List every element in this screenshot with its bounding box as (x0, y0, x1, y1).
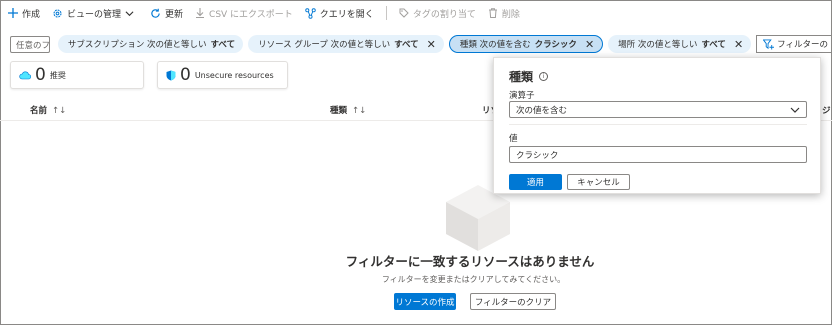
refresh-icon (151, 8, 160, 18)
query-icon (305, 7, 316, 19)
sort-icon: ↑↓ (52, 106, 67, 116)
command-bar: 作成 ビューの管理 更新 CSV にエクスポート クエリを開く タグの割り当て … (8, 4, 532, 22)
add-filter-label: フィルターの (777, 40, 828, 50)
chevron-down-icon (125, 10, 134, 16)
cancel-button[interactable]: キャンセル (567, 174, 630, 190)
create-button[interactable]: 作成 (8, 7, 40, 20)
popup-title: 種類 i (509, 68, 549, 85)
pill-value: すべて (701, 40, 726, 50)
operator-dropdown[interactable]: 次の値を含む (509, 101, 807, 118)
delete-button[interactable]: 削除 (488, 7, 520, 20)
cloud-icon (19, 71, 31, 80)
column-name-label: 名前 (30, 106, 48, 116)
trash-icon (488, 8, 497, 18)
export-csv-button[interactable]: CSV にエクスポート (195, 7, 293, 20)
open-query-label: クエリを開く (319, 9, 374, 20)
column-location-label: ジ (822, 106, 831, 116)
operator-label: 演算子 (509, 91, 535, 101)
recommendations-count: 0 (35, 65, 46, 85)
value-input[interactable]: クラシック (509, 146, 807, 163)
column-header-type[interactable]: 種類 ↑↓ (330, 104, 366, 116)
column-type-label: 種類 (330, 106, 348, 116)
create-label: 作成 (22, 9, 41, 20)
manage-view-label: ビューの管理 (67, 9, 122, 20)
filter-pill-subscription[interactable]: サブスクリプション 次の値と等しい すべて (57, 35, 244, 53)
value-text: クラシック (516, 150, 559, 161)
assign-tags-label: タグの割り当て (412, 9, 476, 20)
pill-name: リソース グループ 次の値と等しい (258, 40, 391, 50)
pill-value: すべて (210, 40, 236, 50)
info-icon[interactable]: i (539, 72, 549, 81)
plus-icon (8, 8, 18, 18)
assign-tags-button[interactable]: タグの割り当て (399, 7, 476, 20)
filter-pill-resource-group[interactable]: リソース グループ 次の値と等しい すべて ✕ (248, 35, 444, 53)
clear-filters-button[interactable]: フィルターのクリア (470, 293, 556, 310)
value-label: 値 (509, 134, 518, 144)
unsecure-count: 0 (180, 65, 191, 85)
recommendations-card[interactable]: 0 推奨 (10, 61, 144, 89)
pill-name: サブスクリプション 次の値と等しい (67, 40, 207, 50)
column-header-name[interactable]: 名前 ↑↓ (30, 104, 66, 116)
shield-icon (166, 70, 176, 80)
filter-bar: 任意のフィールドのフィルター... サブスクリプション 次の値と等しいすべて リ… (10, 35, 832, 53)
manage-view-button[interactable]: ビューの管理 (52, 7, 138, 20)
operator-value: 次の値を含む (516, 105, 568, 116)
popup-title-label: 種類 (509, 70, 534, 84)
empty-state-title: フィルターに一致するリソースはありません (345, 254, 595, 269)
unsecure-resources-card[interactable]: 0 Unsecure resources (157, 61, 288, 89)
filter-pill-type[interactable]: 種類 次の値を含む クラシック ✕ (448, 35, 604, 53)
recommendations-label: 推奨 (49, 70, 66, 80)
sort-icon: ↑↓ (352, 106, 367, 116)
filter-search-input[interactable]: 任意のフィールドのフィルター... (10, 35, 50, 53)
gear-icon (53, 8, 62, 18)
add-filter-button[interactable]: フィルターの (756, 35, 832, 53)
popup-divider (509, 124, 807, 125)
delete-label: 削除 (501, 9, 520, 20)
pill-name: 種類 次の値を含む (459, 40, 531, 50)
create-resource-button[interactable]: リソースの作成 (394, 293, 456, 310)
add-filter-icon (763, 38, 775, 50)
apply-button[interactable]: 適用 (509, 174, 562, 190)
pill-value: すべて (394, 40, 419, 50)
close-icon[interactable]: ✕ (427, 39, 436, 50)
toolbar-divider (385, 6, 387, 20)
column-header-location[interactable]: ジ (822, 104, 831, 116)
refresh-button[interactable]: 更新 (150, 7, 183, 20)
close-icon[interactable]: ✕ (585, 39, 594, 50)
pill-name: 場所 次の値と等しい (618, 40, 698, 50)
pill-value: クラシック (534, 40, 577, 50)
tag-icon (399, 8, 409, 18)
chevron-down-icon (790, 107, 800, 113)
empty-state-subtitle: フィルターを変更またはクリアしてみてください。 (381, 275, 566, 284)
unsecure-label: Unsecure resources (194, 70, 274, 80)
close-icon[interactable]: ✕ (734, 39, 743, 50)
filter-pill-location[interactable]: 場所 次の値と等しい すべて ✕ (608, 35, 752, 53)
export-csv-label: CSV にエクスポート (209, 9, 293, 20)
refresh-label: 更新 (165, 9, 184, 20)
filter-edit-popup: 種類 i 演算子 次の値を含む 値 クラシック 適用 キャンセル (493, 57, 821, 194)
open-query-button[interactable]: クエリを開く (305, 7, 374, 20)
download-icon (196, 8, 205, 18)
